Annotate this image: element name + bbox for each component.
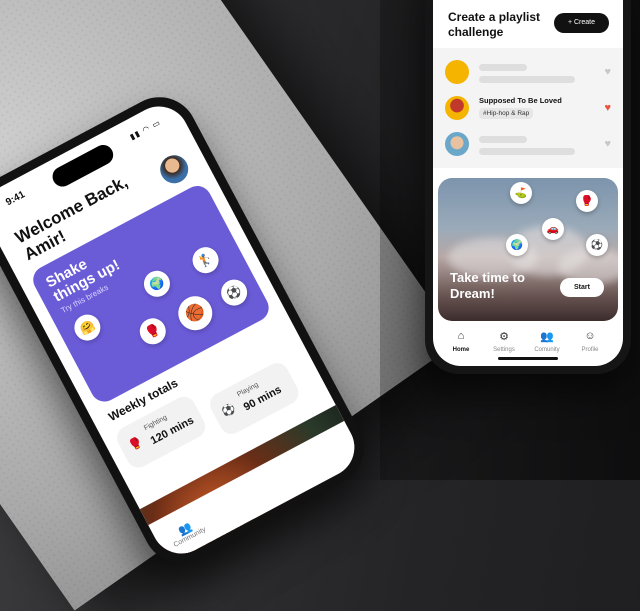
- nav-label: Home: [452, 347, 470, 353]
- home-icon: ⌂: [457, 330, 465, 342]
- soccer-ball-icon[interactable]: ⚽: [586, 234, 608, 256]
- create-button[interactable]: + Create: [553, 13, 609, 33]
- stat-card-playing: ⚽ Playing 90 mins: [205, 358, 303, 439]
- list-item[interactable]: Supposed To Be Loved #Hip-hop & Rap ♥: [445, 94, 611, 124]
- placeholder-line: [479, 148, 575, 155]
- home-indicator: [498, 357, 558, 360]
- nav-community[interactable]: 👥 Community: [160, 511, 214, 552]
- status-time: 9:41: [4, 189, 27, 209]
- nav-label: Settings: [493, 347, 515, 353]
- community-icon: 👥: [540, 331, 554, 343]
- boxing-glove-icon[interactable]: 🥊: [135, 313, 171, 349]
- song-list: ♥ Supposed To Be Loved #Hip-hop & Rap ♥ …: [433, 48, 623, 168]
- settings-icon: ⚙: [499, 331, 509, 343]
- car-icon[interactable]: 🚗: [542, 218, 564, 240]
- nav-home[interactable]: ⌂ Home: [441, 330, 481, 353]
- boxing-glove-icon[interactable]: 🥊: [576, 190, 598, 212]
- hug-emoji-icon[interactable]: 🤗: [69, 309, 105, 346]
- placeholder-line: [479, 136, 527, 143]
- right-phone: Create a playlist challenge + Create ♥ S…: [425, 0, 631, 374]
- playlist-title: Create a playlist challenge: [448, 10, 541, 39]
- dream-card[interactable]: ⛳ 🥊 🚗 🌍 ⚽ Take time to Dream! Start: [438, 178, 618, 321]
- bottom-nav: ⌂ Home ⚙ Settings 👥 Comunity ☺ Profile: [433, 330, 623, 366]
- boxing-glove-icon: 🥊: [126, 436, 145, 454]
- song-name: Supposed To Be Loved: [479, 96, 562, 105]
- start-button[interactable]: Start: [560, 278, 604, 297]
- soccer-ball-icon: ⚽: [220, 402, 238, 420]
- globe-icon[interactable]: 🌍: [139, 266, 175, 302]
- artist-avatar: [445, 132, 469, 156]
- nav-community[interactable]: 👥 Comunity: [527, 330, 567, 353]
- heart-icon[interactable]: ♥: [604, 102, 611, 114]
- artist-avatar: [445, 60, 469, 84]
- nav-label: Profile: [581, 347, 599, 353]
- genre-tag: #Hip-hop & Rap: [479, 108, 534, 119]
- list-item[interactable]: ♥: [445, 58, 611, 88]
- heart-icon[interactable]: ♥: [604, 138, 611, 150]
- profile-icon: ☺: [584, 330, 596, 342]
- heart-icon[interactable]: ♥: [604, 66, 611, 78]
- placeholder-line: [479, 76, 575, 83]
- nav-settings[interactable]: ⚙ Settings: [484, 330, 524, 353]
- artist-avatar: [445, 96, 469, 120]
- globe-icon[interactable]: 🌍: [506, 234, 528, 256]
- nav-label: Comunity: [534, 347, 560, 353]
- list-item[interactable]: ♥: [445, 130, 611, 160]
- placeholder-line: [479, 64, 527, 71]
- golf-icon[interactable]: ⛳: [510, 182, 532, 204]
- right-phone-screen: Create a playlist challenge + Create ♥ S…: [433, 0, 623, 366]
- golf-icon[interactable]: 🏌️: [187, 242, 224, 278]
- user-avatar[interactable]: [155, 150, 194, 189]
- soccer-ball-icon[interactable]: ⚽: [216, 274, 252, 311]
- nav-profile[interactable]: ☺ Profile: [570, 330, 610, 353]
- dream-text: Take time to Dream!: [450, 270, 525, 301]
- basketball-icon[interactable]: 🏀: [172, 290, 219, 337]
- status-icons: ▮▮ ◠ ▭: [128, 117, 163, 142]
